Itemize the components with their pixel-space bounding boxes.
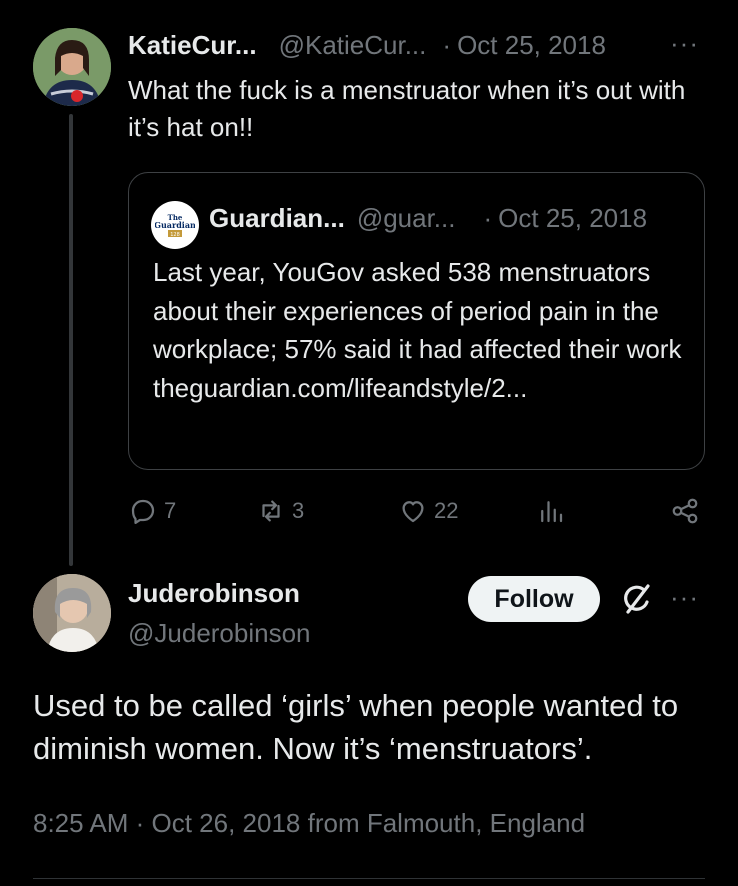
reply-icon <box>131 499 155 524</box>
share-button[interactable] <box>670 496 700 526</box>
repost-button[interactable]: 3 <box>256 496 304 526</box>
quoted-tweet-text: Last year, YouGov asked 538 menstruators… <box>153 257 682 403</box>
svg-text:128: 128 <box>170 232 180 238</box>
more-icon[interactable]: ··· <box>670 28 699 59</box>
guardian-logo-icon: The Guardian 128 <box>155 213 195 238</box>
views-button[interactable] <box>536 496 566 526</box>
tweet-text: What the fuck is a menstruator when it’s… <box>128 75 686 142</box>
quoted-tweet-card[interactable]: The Guardian 128 Guardian... @guar... · … <box>128 172 705 470</box>
quoted-display-name[interactable]: Guardian... <box>209 203 345 234</box>
heart-icon <box>402 501 424 523</box>
svg-text:Guardian: Guardian <box>155 220 195 230</box>
display-name[interactable]: Juderobinson <box>128 578 300 609</box>
more-icon[interactable]: ··· <box>670 582 699 613</box>
share-icon <box>672 498 698 524</box>
avatar-image <box>33 28 111 106</box>
avatar-image <box>33 574 111 652</box>
handle[interactable]: @KatieCur... <box>279 30 427 61</box>
quoted-tweet-header: Guardian... @guar... · Oct 25, 2018 <box>209 203 647 234</box>
separator: · <box>442 30 452 60</box>
tweet-text: Used to be called ‘girls’ when people wa… <box>33 688 679 766</box>
handle[interactable]: @Juderobinson <box>128 618 311 649</box>
avatar[interactable] <box>33 28 111 106</box>
like-count: 22 <box>434 498 459 523</box>
thread-connector-line <box>69 114 73 566</box>
tweet-timestamp-location[interactable]: 8:25 AM · Oct 26, 2018 from Falmouth, En… <box>33 808 585 839</box>
divider <box>33 878 705 879</box>
tweet-header: KatieCur... @KatieCur... · Oct 25, 2018 <box>128 30 606 61</box>
display-name[interactable]: KatieCur... <box>128 30 257 61</box>
guardian-logo-avatar: The Guardian 128 <box>151 201 199 249</box>
repost-count: 3 <box>292 498 305 523</box>
like-button[interactable]: 22 <box>398 496 458 526</box>
reply-button[interactable]: 7 <box>128 496 176 526</box>
grok-icon-glyph <box>624 584 650 614</box>
views-icon <box>541 501 563 523</box>
timestamp[interactable]: Oct 25, 2018 <box>457 30 606 61</box>
avatar[interactable] <box>33 574 111 652</box>
grok-icon[interactable] <box>618 580 656 618</box>
reply-count: 7 <box>164 498 177 523</box>
follow-button[interactable]: Follow <box>468 576 600 622</box>
repost-icon <box>262 500 280 522</box>
quoted-handle[interactable]: @guar... <box>357 203 456 234</box>
tweet-action-bar: 7 3 22 <box>128 496 708 534</box>
separator: · <box>483 203 493 233</box>
quoted-timestamp[interactable]: Oct 25, 2018 <box>498 203 647 234</box>
